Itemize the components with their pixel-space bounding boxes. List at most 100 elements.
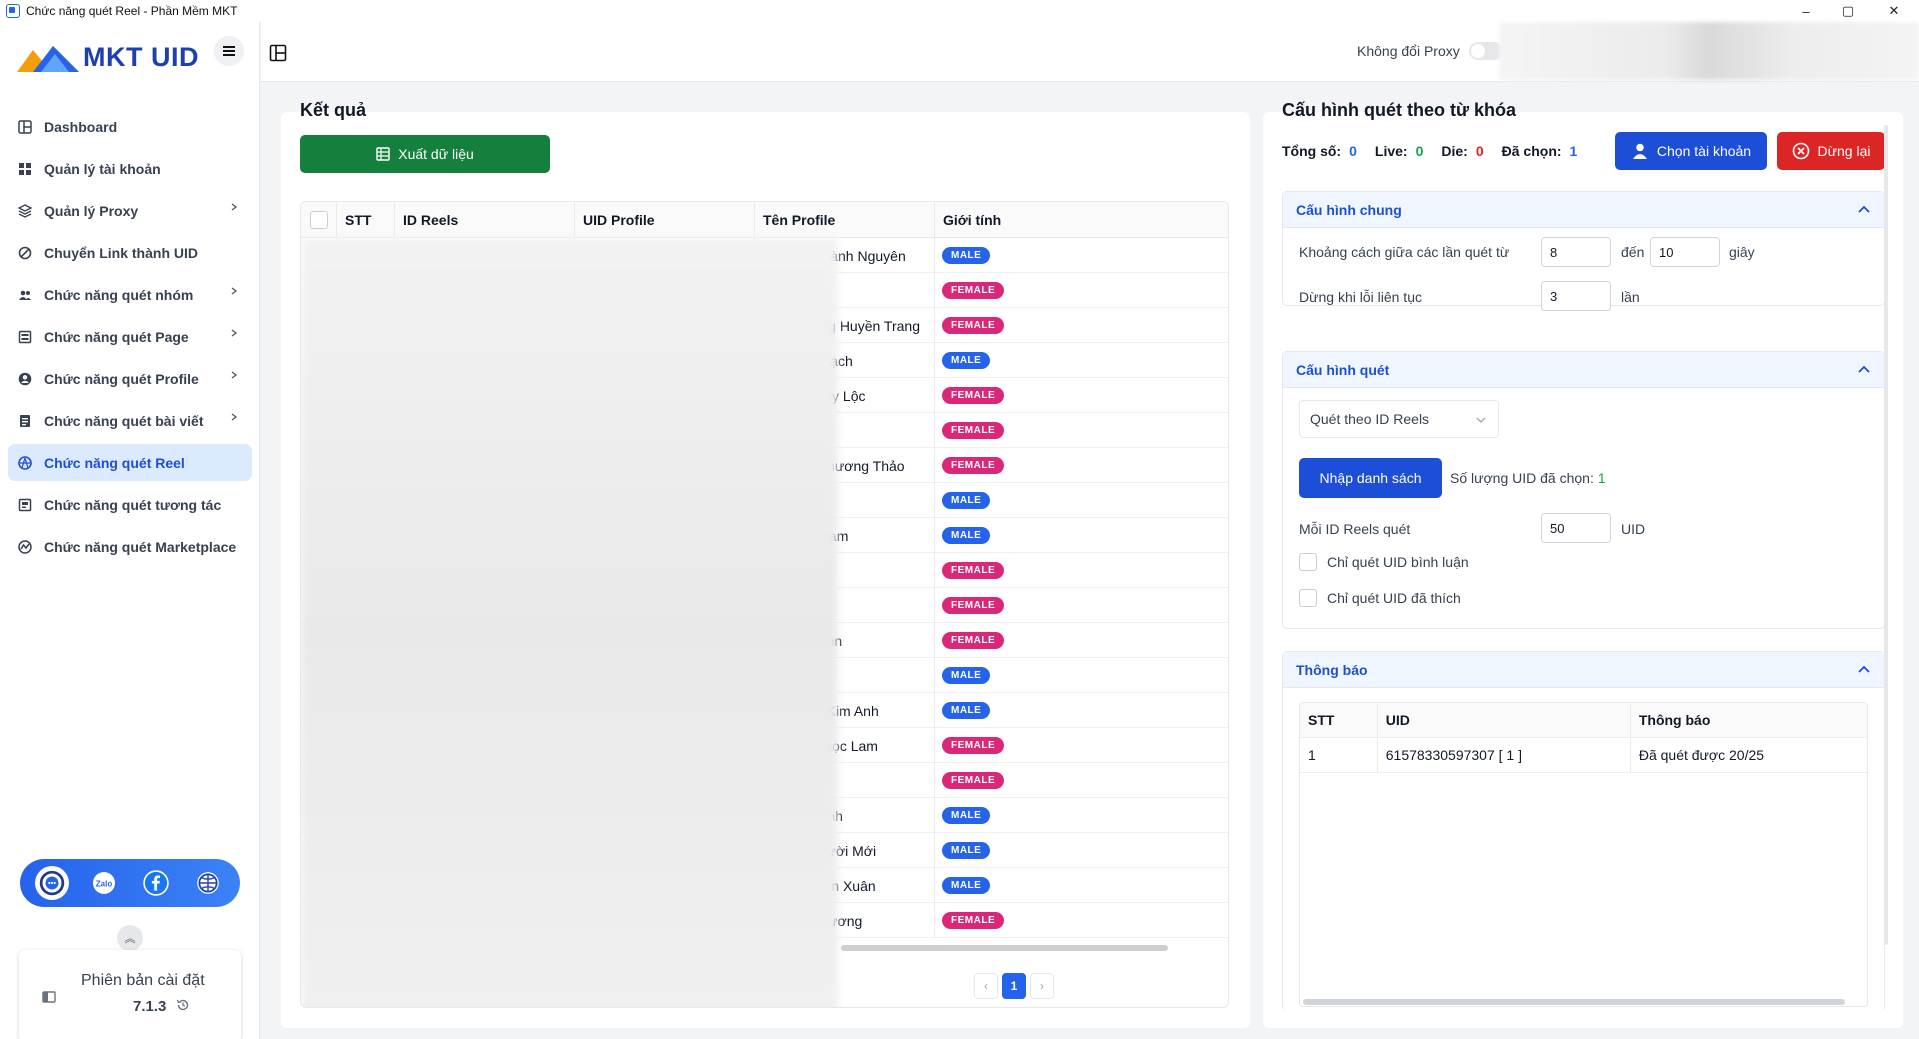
prev-page-button[interactable]: ‹ xyxy=(974,973,998,999)
sidebar-item-proxy[interactable]: Quản lý Proxy xyxy=(8,192,252,229)
gender-badge: MALE xyxy=(942,667,991,684)
version-number: 7.1.3 xyxy=(133,998,167,1015)
import-list-button[interactable]: Nhập danh sách xyxy=(1299,458,1442,498)
notice-section: Thông báo STT UID Thông báo 1 6157833059… xyxy=(1282,651,1885,1011)
scan-mode-select[interactable]: Quét theo ID Reels xyxy=(1299,400,1499,438)
stop-on-errors-label: Dừng khi lỗi liên tục xyxy=(1299,289,1422,305)
interval-to-label: đến xyxy=(1621,244,1645,260)
sidebar-item-scan-interaction[interactable]: Chức năng quét tương tác xyxy=(8,486,252,523)
notice-horizontal-scrollbar[interactable] xyxy=(1303,999,1845,1005)
choose-account-label: Chọn tài khoản xyxy=(1656,143,1752,159)
sidebar-item-scan-marketplace[interactable]: Chức năng quét Marketplace xyxy=(8,528,252,565)
results-title: Kết quả xyxy=(300,100,367,120)
reel-icon xyxy=(18,455,32,470)
stat-total-value: 0 xyxy=(1349,143,1357,159)
sidebar-item-link-to-uid[interactable]: Chuyển Link thành UID xyxy=(8,234,252,271)
chevron-down-icon xyxy=(1476,417,1486,423)
column-header-uid-profile[interactable]: UID Profile xyxy=(575,202,755,238)
interval-to-input[interactable]: 10 xyxy=(1650,237,1720,267)
sidebar-item-accounts[interactable]: Quản lý tài khoản xyxy=(8,150,252,187)
per-reel-input[interactable]: 50 xyxy=(1541,513,1611,543)
gender-badge: MALE xyxy=(942,702,991,719)
sidebar-item-scan-post[interactable]: Chức năng quét bài viết xyxy=(8,402,252,439)
scan-mode-value: Quét theo ID Reels xyxy=(1310,411,1430,427)
stop-on-errors-input[interactable]: 3 xyxy=(1541,281,1611,311)
chevron-right-icon xyxy=(231,371,238,379)
marketplace-icon xyxy=(18,539,32,554)
sidebar-toggle-icon[interactable] xyxy=(42,990,56,1004)
general-config-header[interactable]: Cấu hình chung xyxy=(1283,192,1884,228)
blurred-id-columns xyxy=(301,238,838,1007)
gender-cell: MALE xyxy=(942,798,991,833)
sidebar-item-scan-group[interactable]: Chức năng quét nhóm xyxy=(8,276,252,313)
current-page-button[interactable]: 1 xyxy=(1002,973,1026,999)
horizontal-scrollbar[interactable] xyxy=(841,945,1168,951)
stat-live-value: 0 xyxy=(1415,143,1424,159)
interval-from-input[interactable]: 8 xyxy=(1541,237,1611,267)
sidebar-item-scan-profile[interactable]: Chức năng quét Profile xyxy=(8,360,252,397)
column-divider xyxy=(934,553,935,588)
only-like-checkbox[interactable] xyxy=(1299,589,1317,607)
notice-col-uid[interactable]: UID xyxy=(1378,703,1631,737)
group-icon xyxy=(18,288,32,302)
menu-toggle-button[interactable] xyxy=(214,36,244,66)
gender-badge: FEMALE xyxy=(942,632,1005,649)
notice-cell-stt: 1 xyxy=(1300,738,1378,772)
chevron-up-icon[interactable] xyxy=(1858,204,1870,216)
gender-badge: FEMALE xyxy=(942,457,1005,474)
collapse-up-icon[interactable]: ︽ xyxy=(117,925,143,951)
minimize-button[interactable]: – xyxy=(1786,0,1826,22)
export-data-button[interactable]: Xuất dữ liệu xyxy=(300,135,550,173)
only-like-option[interactable]: Chỉ quét UID đã thích xyxy=(1299,589,1461,607)
excel-icon xyxy=(376,147,390,161)
notice-header[interactable]: Thông báo xyxy=(1283,652,1884,688)
column-divider xyxy=(934,483,935,518)
gender-badge: MALE xyxy=(942,842,991,859)
notice-col-stt[interactable]: STT xyxy=(1300,703,1378,737)
gender-cell: MALE xyxy=(942,483,991,518)
config-vertical-scrollbar[interactable] xyxy=(1884,125,1888,945)
stop-button[interactable]: Dừng lại xyxy=(1777,132,1885,170)
app-icon xyxy=(6,4,20,18)
chevron-up-icon[interactable] xyxy=(1858,364,1870,376)
zalo-icon[interactable]: Zalo xyxy=(87,866,121,900)
page-icon xyxy=(18,330,32,344)
chevron-up-icon[interactable] xyxy=(1858,664,1870,676)
sidebar-item-scan-page[interactable]: Chức năng quét Page xyxy=(8,318,252,355)
sidebar-item-label: Dashboard xyxy=(44,118,118,135)
stat-die-label: Die: xyxy=(1441,143,1468,159)
scan-config-header[interactable]: Cấu hình quét xyxy=(1283,352,1884,388)
column-header-id-reels[interactable]: ID Reels xyxy=(395,202,575,238)
website-globe-icon[interactable] xyxy=(191,866,225,900)
layout-toggle-icon[interactable] xyxy=(269,44,287,62)
column-divider xyxy=(934,518,935,553)
gender-badge: FEMALE xyxy=(942,772,1005,789)
only-comment-option[interactable]: Chỉ quét UID bình luận xyxy=(1299,553,1469,571)
sidebar-item-label: Chức năng quét nhóm xyxy=(44,286,194,303)
sidebar-item-scan-reel[interactable]: Chức năng quét Reel xyxy=(8,444,252,481)
facebook-icon[interactable] xyxy=(139,866,173,900)
table-row[interactable]: 1 61578330597307 [ 1 ] Đã quét được 20/2… xyxy=(1300,738,1867,773)
sidebar-item-dashboard[interactable]: Dashboard xyxy=(8,108,252,145)
gender-badge: FEMALE xyxy=(942,912,1005,929)
sidebar: MKT UID Dashboard Quản lý tài khoản Quản… xyxy=(0,22,260,1039)
next-page-button[interactable]: › xyxy=(1030,973,1054,999)
only-comment-checkbox[interactable] xyxy=(1299,553,1317,571)
history-icon[interactable] xyxy=(176,998,190,1012)
proxy-toggle-switch[interactable] xyxy=(1469,42,1503,60)
gender-cell: FEMALE xyxy=(942,588,1005,623)
notice-col-message[interactable]: Thông báo xyxy=(1631,703,1867,737)
column-divider xyxy=(934,378,935,413)
close-button[interactable]: ✕ xyxy=(1874,0,1914,22)
sidebar-item-label: Chức năng quét tương tác xyxy=(44,496,222,513)
column-header-profile-name[interactable]: Tên Profile xyxy=(755,202,935,238)
choose-account-button[interactable]: Chọn tài khoản xyxy=(1615,132,1767,170)
select-all-checkbox[interactable] xyxy=(310,211,328,229)
sidebar-nav: Dashboard Quản lý tài khoản Quản lý Prox… xyxy=(8,108,252,570)
user-icon xyxy=(1632,143,1647,159)
layers-icon xyxy=(18,203,32,218)
maximize-button[interactable]: ▢ xyxy=(1828,0,1868,22)
column-header-gender[interactable]: Giới tính xyxy=(935,202,1228,238)
support-chat-icon[interactable] xyxy=(35,866,69,900)
column-header-stt[interactable]: STT xyxy=(337,202,395,238)
